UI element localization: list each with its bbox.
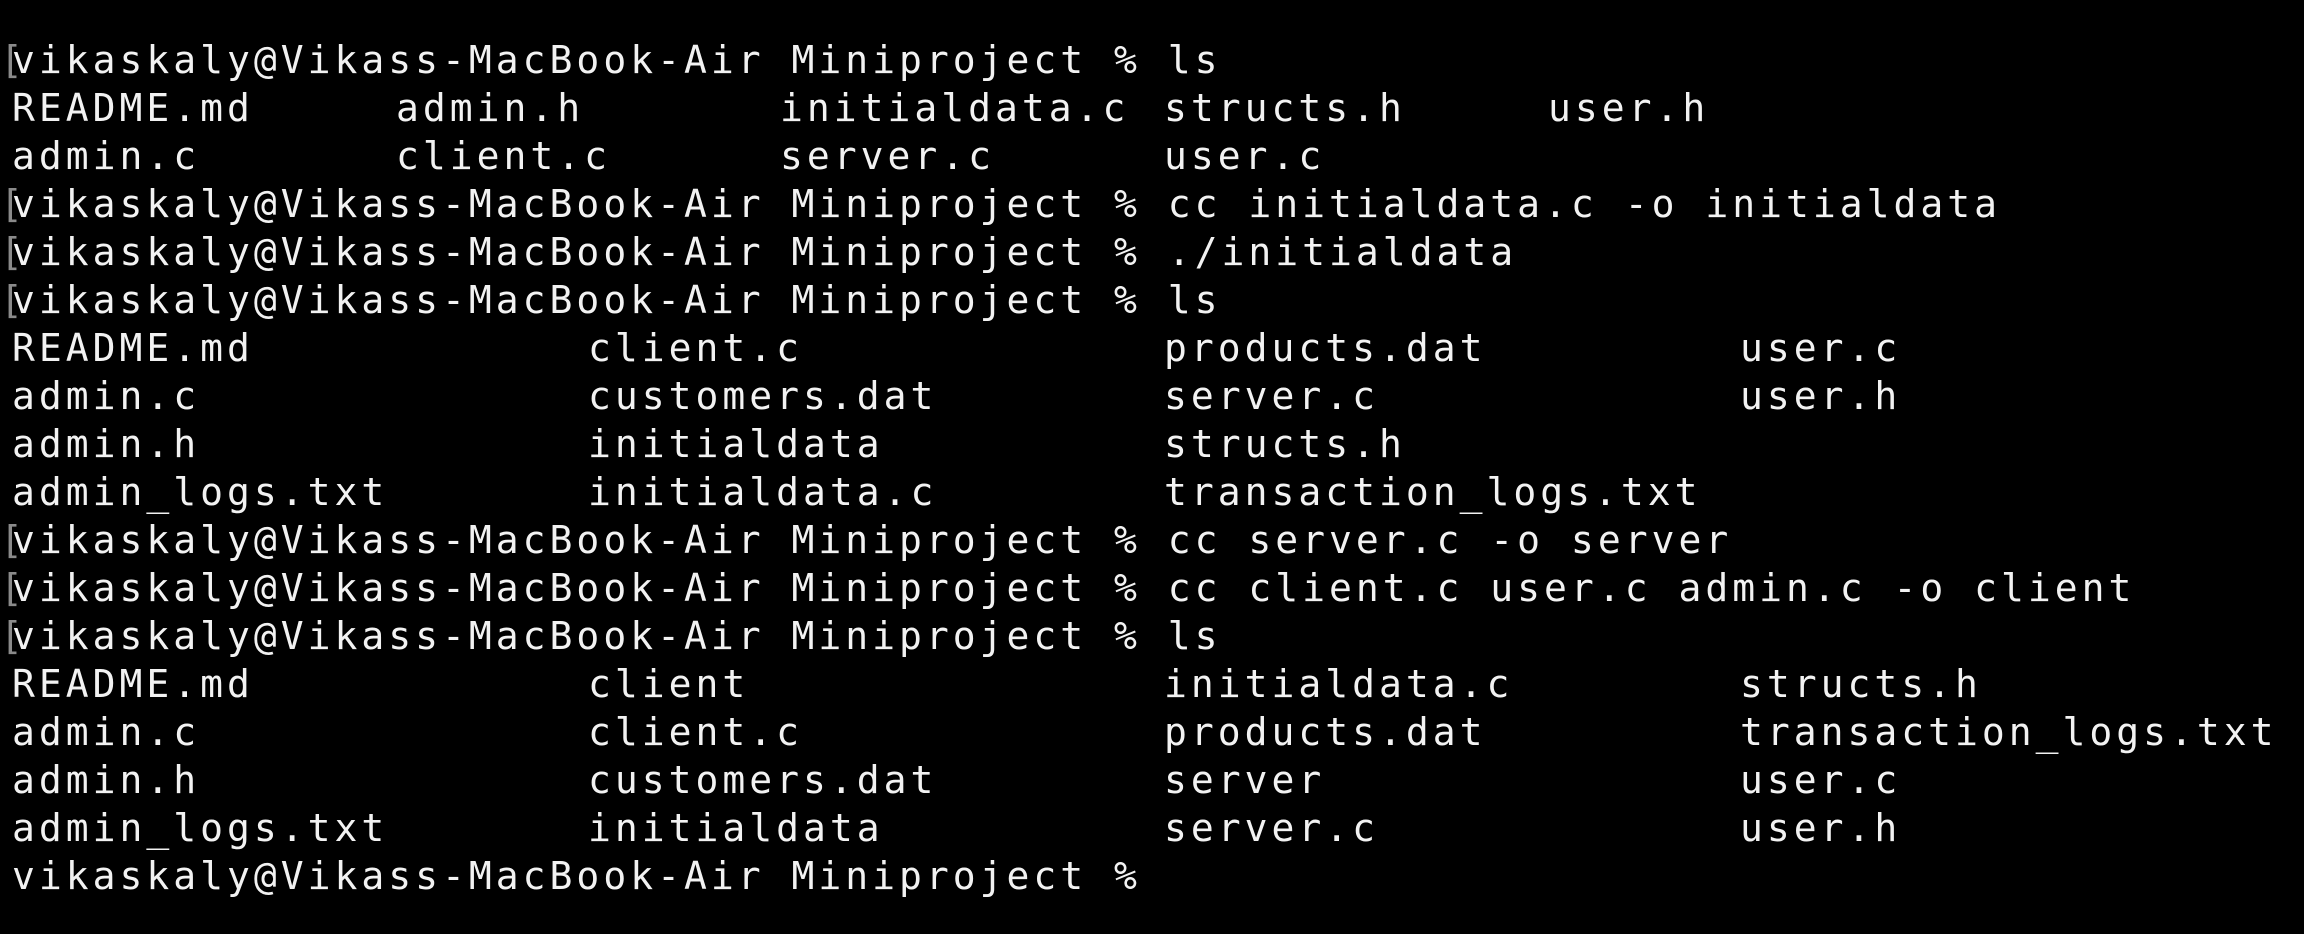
shell-prompt: vikaskaly@Vikass-MacBook-Air Miniproject… bbox=[12, 614, 1141, 658]
listing-row: README.md client.c products.dat user.c bbox=[0, 324, 2304, 372]
file-entry: products.dat bbox=[1164, 326, 1487, 370]
shell-prompt: vikaskaly@Vikass-MacBook-Air Miniproject… bbox=[12, 278, 1141, 322]
file-entry: user.h bbox=[1548, 86, 1710, 130]
file-entry: structs.h bbox=[1740, 662, 1982, 706]
file-entry: server.c bbox=[780, 134, 996, 178]
listing-row: admin.h customers.dat server user.c bbox=[0, 756, 2304, 804]
file-entry: user.h bbox=[1740, 374, 1902, 418]
listing-row: admin_logs.txt initialdata.c transaction… bbox=[0, 468, 2304, 516]
command-line: [ vikaskaly@Vikass-MacBook-Air Miniproje… bbox=[0, 612, 2304, 660]
file-entry: README.md bbox=[12, 326, 254, 370]
command-line: [ vikaskaly@Vikass-MacBook-Air Miniproje… bbox=[0, 276, 2304, 324]
shell-prompt: vikaskaly@Vikass-MacBook-Air Miniproject… bbox=[12, 182, 1141, 226]
shell-prompt: vikaskaly@Vikass-MacBook-Air Miniproject… bbox=[12, 230, 1141, 274]
file-entry: client.c bbox=[588, 710, 804, 754]
file-entry: admin.c bbox=[12, 710, 201, 754]
file-entry: client.c bbox=[588, 326, 804, 370]
file-entry: client.c bbox=[396, 134, 612, 178]
file-entry: user.c bbox=[1740, 326, 1902, 370]
file-entry: README.md bbox=[12, 662, 254, 706]
command-text: cc server.c -o server bbox=[1167, 518, 1733, 562]
file-entry: server.c bbox=[1164, 806, 1380, 850]
listing-row: admin_logs.txt initialdata server.c user… bbox=[0, 804, 2304, 852]
file-entry: admin.c bbox=[12, 134, 201, 178]
listing-row: admin.c client.c products.dat transactio… bbox=[0, 708, 2304, 756]
command-line-active[interactable]: vikaskaly@Vikass-MacBook-Air Miniproject… bbox=[0, 852, 2304, 900]
shell-prompt: vikaskaly@Vikass-MacBook-Air Miniproject… bbox=[12, 38, 1141, 82]
file-entry: admin.h bbox=[396, 86, 585, 130]
file-entry: admin_logs.txt bbox=[12, 806, 389, 850]
file-entry: transaction_logs.txt bbox=[1164, 470, 1702, 514]
file-entry: customers.dat bbox=[588, 374, 938, 418]
command-line: [ vikaskaly@Vikass-MacBook-Air Miniproje… bbox=[0, 516, 2304, 564]
listing-row: admin.c client.c server.c user.c bbox=[0, 132, 2304, 180]
file-entry: transaction_logs.txt bbox=[1740, 710, 2278, 754]
file-entry: structs.h bbox=[1164, 422, 1406, 466]
file-entry: user.c bbox=[1740, 758, 1902, 802]
file-entry: admin.h bbox=[12, 758, 201, 802]
file-entry: user.h bbox=[1740, 806, 1902, 850]
file-entry: server.c bbox=[1164, 374, 1380, 418]
file-entry: products.dat bbox=[1164, 710, 1487, 754]
listing-row: README.md admin.h initialdata.c structs.… bbox=[0, 84, 2304, 132]
command-text: cc client.c user.c admin.c -o client bbox=[1167, 566, 2136, 610]
file-entry: README.md bbox=[12, 86, 254, 130]
shell-prompt: vikaskaly@Vikass-MacBook-Air Miniproject… bbox=[12, 566, 1141, 610]
command-line: [ vikaskaly@Vikass-MacBook-Air Miniproje… bbox=[0, 564, 2304, 612]
file-entry: initialdata.c bbox=[588, 470, 938, 514]
command-text: ./initialdata bbox=[1167, 230, 1518, 274]
file-entry: user.c bbox=[1164, 134, 1326, 178]
file-entry: initialdata bbox=[588, 806, 884, 850]
file-entry: admin.c bbox=[12, 374, 201, 418]
command-line: [ vikaskaly@Vikass-MacBook-Air Miniproje… bbox=[0, 228, 2304, 276]
file-entry: customers.dat bbox=[588, 758, 938, 802]
file-entry: admin_logs.txt bbox=[12, 470, 389, 514]
file-entry: admin.h bbox=[12, 422, 201, 466]
file-entry: initialdata bbox=[588, 422, 884, 466]
terminal-window[interactable]: [ vikaskaly@Vikass-MacBook-Air Miniproje… bbox=[0, 0, 2304, 934]
file-entry: initialdata.c bbox=[1164, 662, 1514, 706]
file-entry: client bbox=[588, 662, 750, 706]
command-line: [ vikaskaly@Vikass-MacBook-Air Miniproje… bbox=[0, 36, 2304, 84]
file-entry: server bbox=[1164, 758, 1326, 802]
command-line: [ vikaskaly@Vikass-MacBook-Air Miniproje… bbox=[0, 180, 2304, 228]
shell-prompt: vikaskaly@Vikass-MacBook-Air Miniproject… bbox=[12, 854, 1141, 898]
command-text: ls bbox=[1167, 38, 1222, 82]
command-text: cc initialdata.c -o initialdata bbox=[1167, 182, 2001, 226]
file-entry: initialdata.c bbox=[780, 86, 1130, 130]
command-text: ls bbox=[1167, 614, 1222, 658]
listing-row: README.md client initialdata.c structs.h bbox=[0, 660, 2304, 708]
file-entry: structs.h bbox=[1164, 86, 1406, 130]
listing-row: admin.c customers.dat server.c user.h bbox=[0, 372, 2304, 420]
listing-row: admin.h initialdata structs.h bbox=[0, 420, 2304, 468]
shell-prompt: vikaskaly@Vikass-MacBook-Air Miniproject… bbox=[12, 518, 1141, 562]
command-text: ls bbox=[1167, 278, 1222, 322]
